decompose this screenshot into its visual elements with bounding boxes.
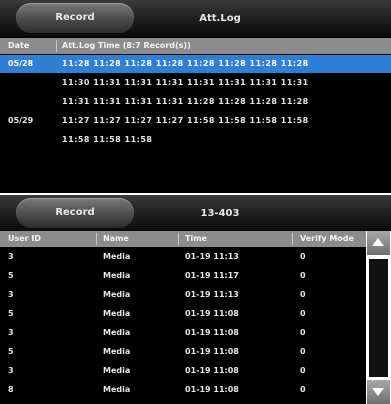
vertical-scrollbar[interactable]: [366, 231, 391, 404]
cell-verify-mode: 0: [300, 271, 306, 280]
header-divider: [178, 233, 179, 245]
log-row[interactable]: 05/29 11:27 11:27 11:27 11:27 11:58 11:5…: [0, 112, 391, 130]
cell-verify-mode: 0: [300, 347, 306, 356]
table-row[interactable]: 3 Media 01-19 11:08 0: [0, 362, 366, 380]
table-row[interactable]: 5 Media 01-19 11:17 0: [0, 267, 366, 285]
cell-name: Media: [103, 290, 131, 299]
record-tab[interactable]: Record: [16, 198, 134, 228]
table-row[interactable]: 3 Media 01-19 11:13 0: [0, 286, 366, 304]
log-row-times: 11:58 11:58 11:58: [62, 135, 153, 144]
cell-name: Media: [103, 347, 131, 356]
table-row[interactable]: 5 Media 01-19 11:08 0: [0, 305, 366, 323]
cell-user-id: 3: [8, 290, 14, 299]
header-name: Name: [103, 234, 129, 243]
cell-verify-mode: 0: [300, 252, 306, 261]
cell-name: Media: [103, 366, 131, 375]
cell-name: Media: [103, 309, 131, 318]
log-row-date: 05/29: [8, 116, 34, 125]
cell-time: 01-19 11:08: [185, 366, 239, 375]
record-tab[interactable]: Record: [16, 3, 134, 33]
cell-user-id: 8: [8, 385, 14, 394]
cell-verify-mode: 0: [300, 290, 306, 299]
cell-time: 01-19 11:17: [185, 271, 239, 280]
log-table-header: Date Att.Log Time (8:7 Record(s)): [0, 38, 391, 54]
cell-time: 01-19 11:08: [185, 328, 239, 337]
table-row[interactable]: 8 Media 01-19 11:08 0: [0, 381, 366, 399]
cell-name: Media: [103, 252, 131, 261]
arrow-down-icon: [372, 388, 384, 396]
header-log-time: Att.Log Time (8:7 Record(s)): [62, 41, 191, 50]
title-bar: Record Att.Log: [0, 0, 391, 37]
record-tab-label: Record: [55, 207, 95, 218]
cell-user-id: 5: [8, 309, 14, 318]
cell-time: 01-19 11:13: [185, 290, 239, 299]
cell-user-id: 5: [8, 271, 14, 280]
window-title: Att.Log: [199, 13, 241, 24]
table-row[interactable]: 3 Media 01-19 11:13 0: [0, 248, 366, 266]
cell-time: 01-19 11:08: [185, 309, 239, 318]
header-divider: [96, 233, 97, 245]
log-row-date: 05/28: [8, 59, 34, 68]
title-bar: Record 13-403: [0, 195, 391, 232]
cell-user-id: 3: [8, 366, 14, 375]
scroll-up-button[interactable]: [367, 231, 390, 255]
log-row[interactable]: 11:58 11:58 11:58: [0, 131, 391, 149]
cell-name: Media: [103, 328, 131, 337]
cell-verify-mode: 0: [300, 366, 306, 375]
log-row-times: 11:27 11:27 11:27 11:27 11:58 11:58 11:5…: [62, 116, 309, 125]
record-list-panel: Record 13-403 User ID Name Time Verify M…: [0, 195, 391, 404]
record-tab-label: Record: [55, 12, 95, 23]
log-row[interactable]: 11:31 11:31 11:31 11:31 11:28 11:28 11:2…: [0, 93, 391, 111]
record-table-header: User ID Name Time Verify Mode: [0, 231, 366, 247]
cell-verify-mode: 0: [300, 328, 306, 337]
header-time: Time: [185, 234, 207, 243]
cell-verify-mode: 0: [300, 309, 306, 318]
cell-verify-mode: 0: [300, 385, 306, 394]
window-title: 13-403: [200, 208, 240, 219]
cell-name: Media: [103, 385, 131, 394]
header-divider: [56, 40, 57, 52]
header-divider: [292, 233, 293, 245]
cell-name: Media: [103, 271, 131, 280]
scroll-thumb[interactable]: [369, 259, 388, 377]
log-row[interactable]: 11:30 11:31 11:31 11:31 11:31 11:31 11:3…: [0, 74, 391, 92]
cell-user-id: 3: [8, 252, 14, 261]
header-user-id: User ID: [8, 234, 42, 243]
cell-user-id: 5: [8, 347, 14, 356]
log-row-times: 11:28 11:28 11:28 11:28 11:28 11:28 11:2…: [62, 59, 309, 68]
cell-time: 01-19 11:13: [185, 252, 239, 261]
log-row-times: 11:31 11:31 11:31 11:31 11:28 11:28 11:2…: [62, 97, 309, 106]
table-row[interactable]: 3 Media 01-19 11:08 0: [0, 324, 366, 342]
attendance-log-panel: Record Att.Log Date Att.Log Time (8:7 Re…: [0, 0, 391, 193]
arrow-up-icon: [372, 238, 384, 246]
cell-user-id: 3: [8, 328, 14, 337]
cell-time: 01-19 11:08: [185, 347, 239, 356]
table-row[interactable]: 5 Media 01-19 11:08 0: [0, 343, 366, 361]
log-row-times: 11:30 11:31 11:31 11:31 11:31 11:31 11:3…: [62, 78, 309, 87]
header-date: Date: [8, 41, 30, 50]
log-row[interactable]: 05/28 11:28 11:28 11:28 11:28 11:28 11:2…: [0, 55, 391, 73]
cell-time: 01-19 11:08: [185, 385, 239, 394]
scroll-down-button[interactable]: [367, 380, 390, 404]
header-verify-mode: Verify Mode: [300, 234, 354, 243]
